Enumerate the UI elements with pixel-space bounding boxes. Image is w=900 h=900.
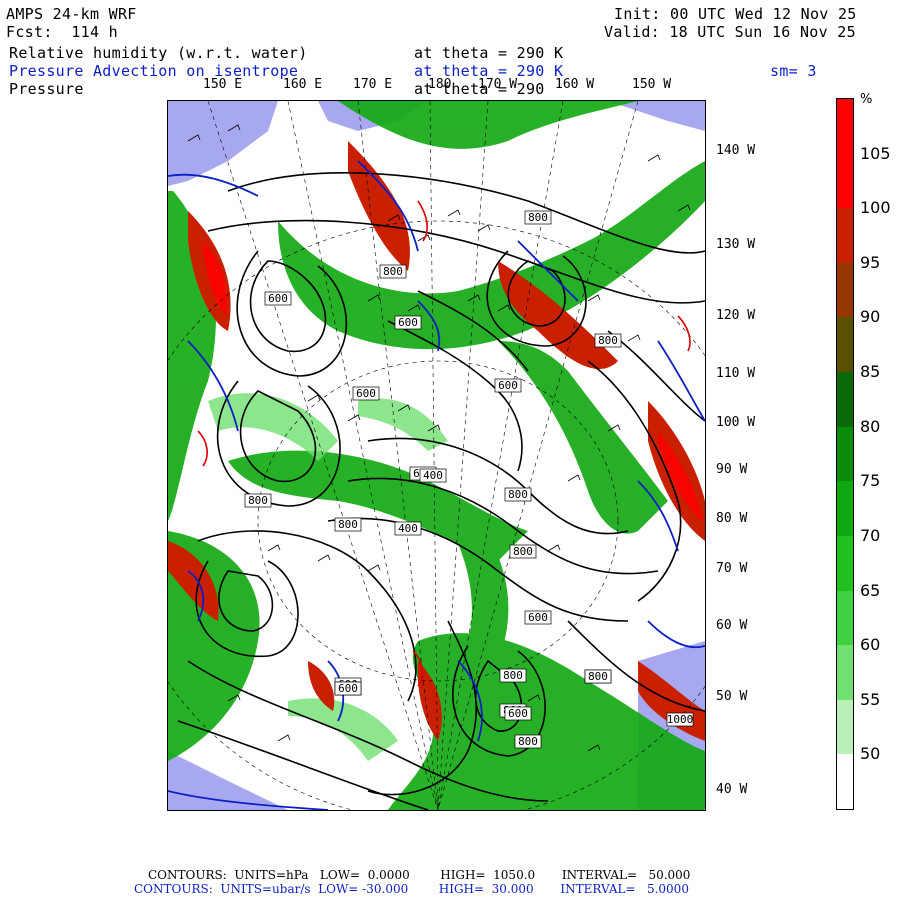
colorbar-label: 65 (860, 580, 881, 600)
lon-label: 150 E (203, 77, 243, 92)
lat-label: 130 W (716, 237, 756, 252)
lat-label: 50 W (716, 689, 748, 704)
contour-label: 600 (528, 611, 548, 624)
lat-label: 120 W (716, 308, 756, 323)
colorbar-label: 75 (860, 471, 881, 491)
contour-label: 800 (383, 265, 403, 278)
contour-label: 400 (423, 469, 443, 482)
lat-label: 40 W (716, 782, 748, 797)
lat-label: 60 W (716, 618, 748, 633)
colorbar-label: 60 (860, 635, 881, 655)
footer-contours-advection: CONTOURS: UNITS=ubar/s LOW= -30.000 HIGH… (134, 882, 689, 896)
contour-label: 800 (598, 334, 618, 347)
lon-label: 170 E (353, 77, 393, 92)
smoothing-label: sm= 3 (770, 62, 817, 80)
colorbar-label: 85 (860, 362, 881, 382)
contour-label: 600 (508, 707, 528, 720)
field3-title: Pressure (9, 80, 84, 98)
colorbar-segment (837, 262, 853, 318)
colorbar-segment (837, 426, 853, 482)
colorbar (836, 98, 854, 810)
lon-label: 160 W (555, 77, 595, 92)
colorbar-label: 80 (860, 416, 881, 436)
contour-label: 800 (503, 669, 523, 682)
colorbar-segment (837, 372, 853, 427)
colorbar-label: 55 (860, 689, 881, 709)
contour-label: 800 (588, 670, 608, 683)
lon-label: 150 W (632, 77, 672, 92)
colorbar-segment (837, 317, 853, 373)
colorbar-label: 90 (860, 307, 881, 327)
contour-label: 800 (508, 488, 528, 501)
field1-title: Relative humidity (w.r.t. water) (9, 44, 308, 62)
contour-label: 1000 (667, 713, 694, 726)
colorbar-label: 100 (860, 198, 891, 218)
footer-contours-pressure: CONTOURS: UNITS=hPa LOW= 0.0000 HIGH= 10… (148, 868, 691, 882)
lat-label: 100 W (716, 415, 756, 430)
lon-label: 170 W (478, 77, 518, 92)
colorbar-segment (837, 699, 853, 755)
colorbar-segment (837, 481, 853, 536)
model-title: AMPS 24-km WRF (6, 5, 137, 23)
colorbar-label: 95 (860, 252, 881, 272)
contour-label: 600 (498, 379, 518, 392)
colorbar-segment (837, 153, 853, 209)
forecast-hour: Fcst: 114 h (6, 23, 118, 41)
contour-label: 800 (528, 211, 548, 224)
contour-label: 800 (338, 518, 358, 531)
colorbar-segment (837, 590, 853, 646)
contour-label: 800 (518, 735, 538, 748)
lat-label: 110 W (716, 366, 756, 381)
colorbar-unit: % (860, 92, 873, 107)
lon-label: 160 E (283, 77, 323, 92)
lat-label: 140 W (716, 143, 756, 158)
lat-label: 80 W (716, 511, 748, 526)
colorbar-segment (837, 208, 853, 263)
field2-title: Pressure Advection on isentrope (9, 62, 299, 80)
contour-label: 600 (268, 292, 288, 305)
map-svg: 800 800 600 600 600 600 800 800 800 800 600 400 400 8… (168, 101, 705, 810)
colorbar-label: 105 (860, 143, 891, 163)
lon-label: 180 (428, 77, 452, 92)
colorbar-label: 50 (860, 744, 881, 764)
valid-time: Valid: 18 UTC Sun 16 Nov 25 (604, 23, 856, 41)
field1-level: at theta = 290 K (414, 44, 564, 62)
lat-label: 90 W (716, 462, 748, 477)
lat-label: 70 W (716, 561, 748, 576)
contour-label: 600 (338, 682, 358, 695)
contour-label: 400 (398, 522, 418, 535)
colorbar-segment (837, 754, 853, 809)
contour-label: 800 (513, 545, 533, 558)
contour-label: 800 (248, 494, 268, 507)
colorbar-segment (837, 535, 853, 591)
init-time: Init: 00 UTC Wed 12 Nov 25 (614, 5, 857, 23)
colorbar-segment (837, 99, 853, 154)
map-panel: 800 800 600 600 600 600 800 800 800 800 600 400 400 8… (167, 100, 706, 811)
colorbar-label: 70 (860, 525, 881, 545)
contour-label: 600 (356, 387, 376, 400)
colorbar-segment (837, 645, 853, 700)
contour-label: 600 (398, 316, 418, 329)
